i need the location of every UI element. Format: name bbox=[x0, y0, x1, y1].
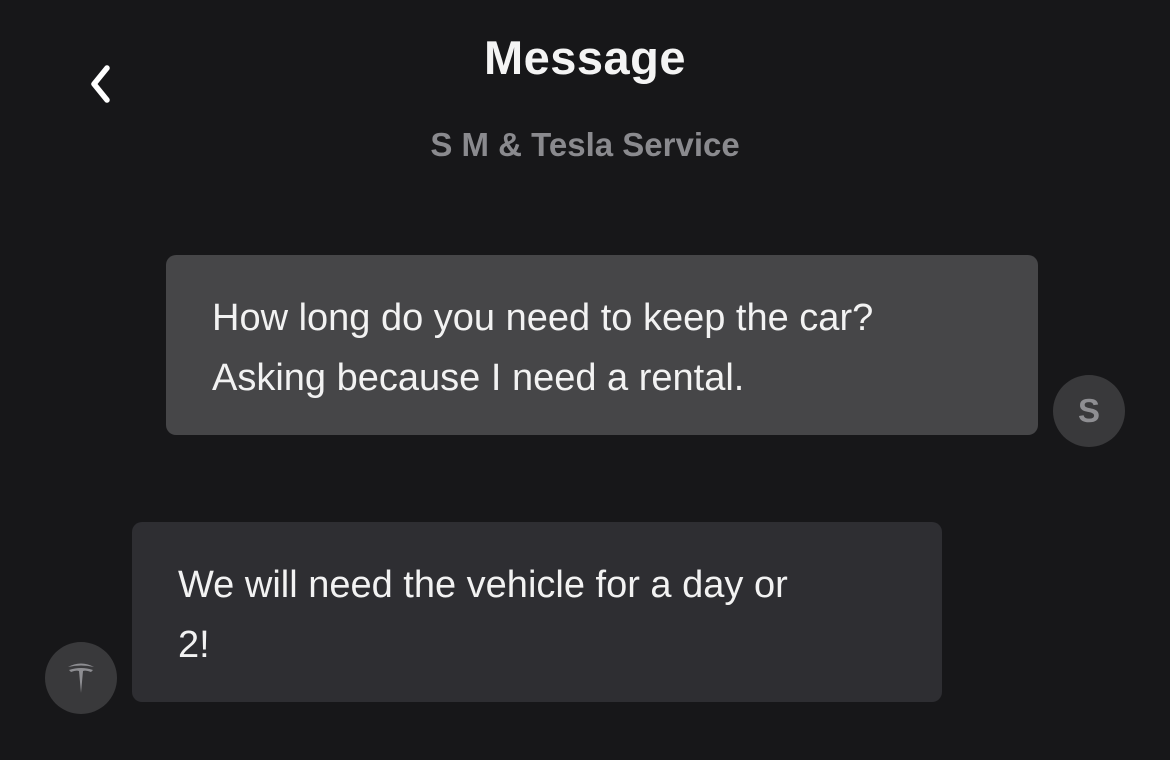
tesla-avatar bbox=[45, 642, 117, 714]
page-title: Message bbox=[483, 31, 687, 84]
tesla-logo-icon bbox=[68, 663, 94, 693]
message-bubble-outgoing: How long do you need to keep the car? As… bbox=[166, 255, 1038, 435]
message-text-line: 2! bbox=[178, 624, 210, 666]
message-text-line: How long do you need to keep the car? bbox=[212, 297, 874, 339]
user-avatar: S bbox=[1053, 375, 1125, 447]
message-text-line: Asking because I need a rental. bbox=[212, 357, 745, 399]
conversation-participants: S M & Tesla Service bbox=[430, 126, 740, 163]
message-bubble-incoming: We will need the vehicle for a day or 2! bbox=[132, 522, 942, 702]
message-text-line: We will need the vehicle for a day or bbox=[178, 564, 788, 606]
avatar-initial: S bbox=[1077, 392, 1100, 429]
